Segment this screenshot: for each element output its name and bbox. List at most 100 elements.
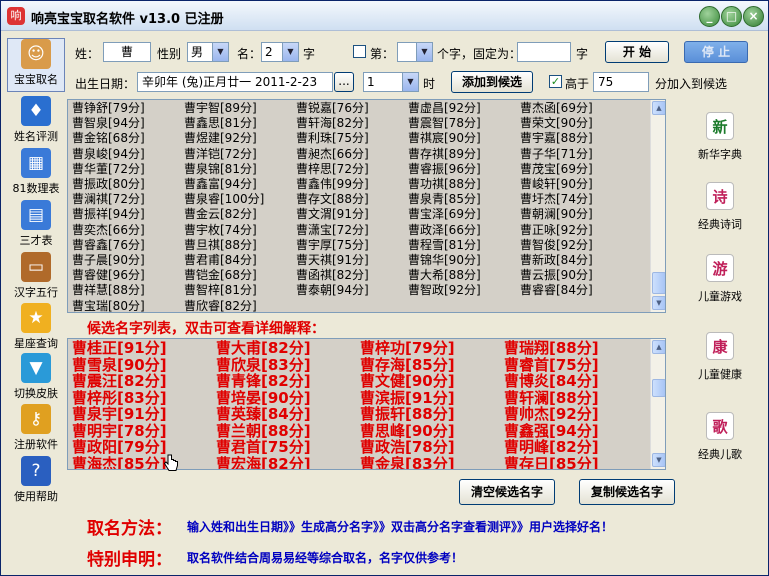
- birth-date-input[interactable]: 辛卯年 (兔)正月廿一 2011-2-23: [137, 72, 333, 92]
- name-grid-item[interactable]: 曹震智[78分]: [408, 116, 481, 130]
- candidate-name-item[interactable]: 曹思峰[90分]: [360, 422, 455, 440]
- name-grid-item[interactable]: 曹轩海[82分]: [296, 116, 369, 130]
- name-grid-item[interactable]: 曹大希[88分]: [408, 268, 481, 282]
- name-grid-item[interactable]: 曹振政[80分]: [72, 177, 145, 191]
- left-tool-three-talent[interactable]: ▤ 三才表: [7, 200, 65, 252]
- name-grid-item[interactable]: 曹泉睿[100分]: [184, 192, 264, 206]
- name-grid-item[interactable]: 曹存文[88分]: [296, 192, 369, 206]
- name-grid-item[interactable]: 曹鑫思[81分]: [184, 116, 257, 130]
- left-tool-book[interactable]: ▭ 汉字五行: [7, 252, 65, 304]
- name-grid-item[interactable]: 曹锦华[90分]: [408, 253, 481, 267]
- candidate-name-item[interactable]: 曹存日[85分]: [504, 455, 599, 469]
- right-tool-song[interactable]: 歌经典儿歌: [687, 412, 753, 474]
- candidate-name-item[interactable]: 曹轩澜[88分]: [504, 389, 599, 407]
- candidate-name-item[interactable]: 曹梓彤[83分]: [72, 389, 167, 407]
- name-grid-item[interactable]: 曹睿鑫[76分]: [72, 238, 145, 252]
- right-tool-game[interactable]: 游儿童游戏: [687, 254, 753, 316]
- name-grid-item[interactable]: 曹智俊[92分]: [520, 238, 593, 252]
- candidate-name-item[interactable]: 曹政浩[78分]: [360, 439, 455, 456]
- candidate-name-item[interactable]: 曹震汪[82分]: [72, 373, 167, 390]
- candidate-name-item[interactable]: 曹金泉[83分]: [360, 455, 455, 469]
- name-grid-item[interactable]: 曹宇智[89分]: [184, 101, 257, 115]
- left-tool-key[interactable]: ⚷ 注册软件: [7, 404, 65, 456]
- name-grid-item[interactable]: 曹虚昌[92分]: [408, 101, 481, 115]
- name-grid-item[interactable]: 曹祥慧[88分]: [72, 283, 145, 297]
- left-tool-number-table[interactable]: ▦ 81数理表: [7, 148, 65, 200]
- candidate-name-item[interactable]: 曹欣泉[83分]: [216, 356, 311, 374]
- name-grid-item[interactable]: 曹欣睿[82分]: [184, 299, 257, 312]
- threshold-checkbox[interactable]: ✓: [549, 75, 562, 88]
- name-grid-item[interactable]: 曹煜建[92分]: [184, 131, 257, 145]
- name-grid-item[interactable]: 曹祺宸[90分]: [408, 131, 481, 145]
- names-scrollbar[interactable]: ▲ ▼: [650, 100, 665, 312]
- candidate-name-item[interactable]: 曹兰朝[88分]: [216, 422, 311, 440]
- name-grid-item[interactable]: 曹昶杰[66分]: [296, 147, 369, 161]
- name-grid-item[interactable]: 曹奕杰[66分]: [72, 223, 145, 237]
- name-grid-item[interactable]: 曹程雪[81分]: [408, 238, 481, 252]
- name-grid-item[interactable]: 曹圩杰[74分]: [520, 192, 593, 206]
- name-grid-item[interactable]: 曹智梓[81分]: [184, 283, 257, 297]
- name-grid-item[interactable]: 曹天祺[91分]: [296, 253, 369, 267]
- name-grid-item[interactable]: 曹睿健[96分]: [72, 268, 145, 282]
- name-grid-item[interactable]: 曹潇宝[72分]: [296, 223, 369, 237]
- clear-candidates-button[interactable]: 清空候选名字: [459, 479, 555, 505]
- name-grid-item[interactable]: 曹铮舒[79分]: [72, 101, 145, 115]
- left-tool-help[interactable]: ? 使用帮助: [7, 456, 65, 508]
- candidate-name-item[interactable]: 曹英臻[84分]: [216, 406, 311, 423]
- scroll-down-icon[interactable]: ▼: [652, 453, 665, 467]
- start-button[interactable]: 开 始: [605, 41, 669, 63]
- candidate-name-item[interactable]: 曹桂正[91分]: [72, 340, 167, 357]
- name-grid-item[interactable]: 曹金铭[68分]: [72, 131, 145, 145]
- name-grid-item[interactable]: 曹利珠[75分]: [296, 131, 369, 145]
- name-grid-item[interactable]: 曹存祺[89分]: [408, 147, 481, 161]
- candidate-name-item[interactable]: 曹君首[75分]: [216, 439, 311, 456]
- left-tool-shirt[interactable]: ▼ 切换皮肤: [7, 353, 65, 405]
- name-grid-item[interactable]: 曹泉锦[81分]: [184, 162, 257, 176]
- candidate-name-item[interactable]: 曹泉宇[91分]: [72, 406, 167, 423]
- candidate-name-item[interactable]: 曹海杰[85分]: [72, 455, 167, 469]
- name-grid-item[interactable]: 曹峻轩[90分]: [520, 177, 593, 191]
- candidate-name-item[interactable]: 曹宏海[82分]: [216, 455, 311, 469]
- scroll-thumb[interactable]: [652, 379, 665, 397]
- name-grid-item[interactable]: 曹政泽[66分]: [408, 223, 481, 237]
- fixed-position-select[interactable]: ▼: [397, 42, 433, 62]
- name-grid-item[interactable]: 曹子晨[90分]: [72, 253, 145, 267]
- candidate-name-item[interactable]: 曹睿首[75分]: [504, 356, 599, 374]
- name-grid-item[interactable]: 曹洋铠[72分]: [184, 147, 257, 161]
- name-grid-item[interactable]: 曹宝泽[69分]: [408, 207, 481, 221]
- name-grid-item[interactable]: 曹华董[72分]: [72, 162, 145, 176]
- close-button[interactable]: ×: [743, 6, 764, 27]
- name-grid-item[interactable]: 曹宇厚[75分]: [296, 238, 369, 252]
- candidate-name-item[interactable]: 曹博炎[84分]: [504, 373, 599, 390]
- left-tool-baby-name[interactable]: ☺ 宝宝取名: [7, 38, 65, 92]
- name-grid-item[interactable]: 曹金云[82分]: [184, 207, 257, 221]
- candidate-name-item[interactable]: 曹雪泉[90分]: [72, 356, 167, 374]
- candidate-name-item[interactable]: 曹存海[85分]: [360, 356, 455, 374]
- add-to-candidates-button[interactable]: 添加到候选: [451, 71, 533, 93]
- left-tool-name-test[interactable]: ♦ 姓名评测: [7, 96, 65, 148]
- name-grid-item[interactable]: 曹振祥[94分]: [72, 207, 145, 221]
- candidate-name-item[interactable]: 曹明峰[82分]: [504, 439, 599, 456]
- candidate-name-item[interactable]: 曹明宇[78分]: [72, 422, 167, 440]
- candidate-name-item[interactable]: 曹滨振[91分]: [360, 389, 455, 407]
- name-grid-item[interactable]: 曹函祺[82分]: [296, 268, 369, 282]
- name-grid-item[interactable]: 曹铠金[68分]: [184, 268, 257, 282]
- name-grid-item[interactable]: 曹云振[90分]: [520, 268, 593, 282]
- name-grid-item[interactable]: 曹睿振[96分]: [408, 162, 481, 176]
- maximize-button[interactable]: □: [721, 6, 742, 27]
- name-grid-item[interactable]: 曹泰朝[94分]: [296, 283, 369, 297]
- minimize-button[interactable]: _: [699, 6, 720, 27]
- name-grid-item[interactable]: 曹梓思[72分]: [296, 162, 369, 176]
- name-grid-item[interactable]: 曹茂宝[69分]: [520, 162, 593, 176]
- name-grid-item[interactable]: 曹子华[71分]: [520, 147, 593, 161]
- copy-candidates-button[interactable]: 复制候选名字: [579, 479, 675, 505]
- name-grid-item[interactable]: 曹文渭[91分]: [296, 207, 369, 221]
- name-grid-item[interactable]: 曹正咏[92分]: [520, 223, 593, 237]
- name-length-select[interactable]: 2 ▼: [261, 42, 299, 62]
- candidate-name-item[interactable]: 曹鑫强[94分]: [504, 422, 599, 440]
- name-grid-item[interactable]: 曹宝瑞[80分]: [72, 299, 145, 312]
- name-grid-item[interactable]: 曹旦祺[88分]: [184, 238, 257, 252]
- name-grid-item[interactable]: 曹荣文[90分]: [520, 116, 593, 130]
- name-grid-item[interactable]: 曹鑫伟[99分]: [296, 177, 369, 191]
- left-tool-star[interactable]: ★ 星座查询: [7, 303, 65, 355]
